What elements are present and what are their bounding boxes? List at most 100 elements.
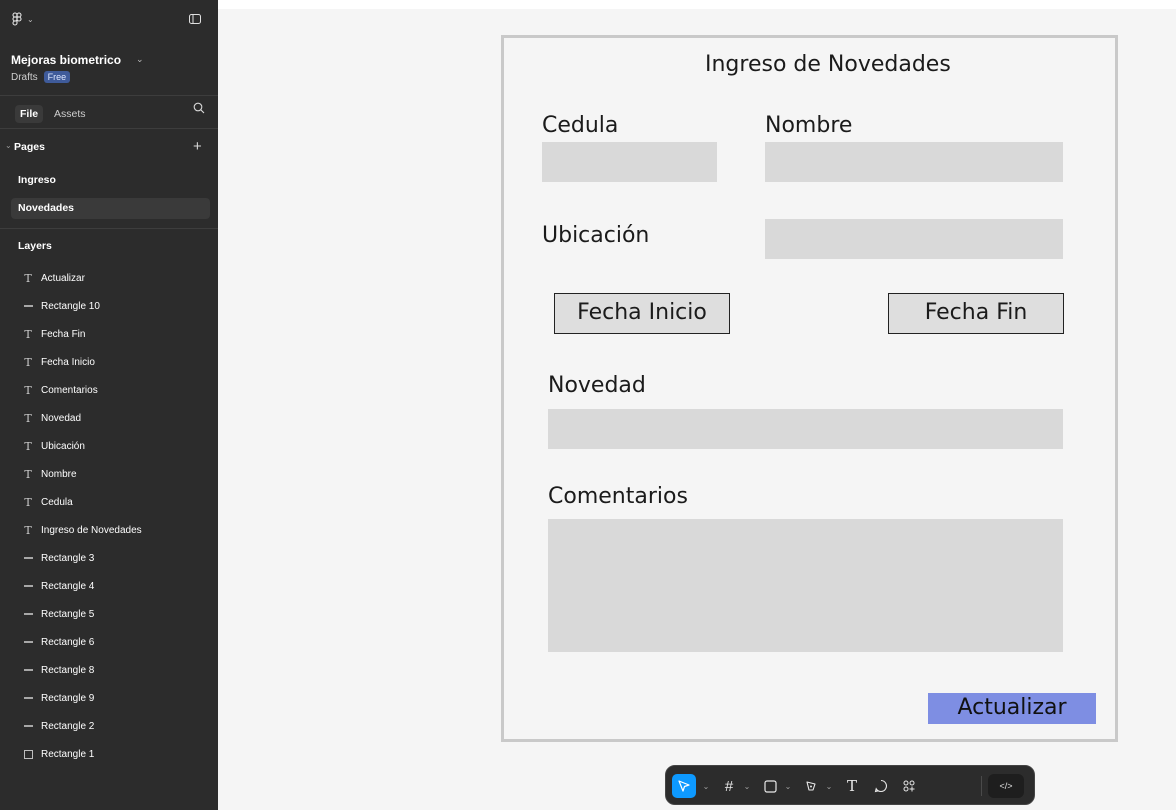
comentarios-field[interactable] — [548, 519, 1063, 652]
layer-item[interactable]: Rectangle 8 — [0, 659, 218, 681]
line-icon — [21, 300, 35, 312]
line-icon — [21, 580, 35, 592]
layer-item[interactable]: T Nombre — [0, 463, 218, 485]
layer-label: Comentarios — [41, 384, 98, 396]
ubicacion-field[interactable] — [765, 219, 1063, 259]
pen-icon — [806, 781, 816, 791]
fecha-inicio-button[interactable]: Fecha Inicio — [554, 293, 730, 334]
frame-novedades[interactable]: Ingreso de Novedades Cedula Nombre Ubica… — [501, 35, 1118, 742]
text-icon: T — [24, 327, 32, 341]
cedula-label[interactable]: Cedula — [542, 113, 618, 138]
layer-label: Rectangle 4 — [41, 580, 95, 592]
layer-item[interactable]: T Actualizar — [0, 267, 218, 289]
rectangle-tool-button[interactable] — [759, 774, 781, 798]
layer-label: Rectangle 1 — [41, 748, 95, 760]
nombre-field[interactable] — [765, 142, 1063, 182]
text-icon: T — [24, 271, 32, 285]
search-icon[interactable] — [193, 102, 205, 117]
layer-item[interactable]: Rectangle 4 — [0, 575, 218, 597]
layer-item[interactable]: T Fecha Inicio — [0, 351, 218, 373]
chevron-down-icon[interactable]: ⌄ — [702, 774, 710, 798]
cursor-icon — [678, 780, 690, 792]
layer-item[interactable]: Rectangle 10 — [0, 295, 218, 317]
comentarios-label[interactable]: Comentarios — [548, 484, 688, 509]
line-icon — [21, 552, 35, 564]
plan-badge: Free — [43, 71, 71, 83]
ubicacion-label[interactable]: Ubicación — [542, 223, 649, 248]
layer-label: Fecha Fin — [41, 328, 86, 340]
layer-label: Rectangle 10 — [41, 300, 100, 312]
pages-title: Pages — [14, 141, 45, 153]
layer-item[interactable]: T Comentarios — [0, 379, 218, 401]
text-icon: T — [24, 355, 32, 369]
chevron-down-icon[interactable]: ⌄ — [784, 774, 792, 798]
layer-item[interactable]: Rectangle 9 — [0, 687, 218, 709]
layer-item[interactable]: T Ubicación — [0, 435, 218, 457]
layers-title: Layers — [18, 240, 52, 252]
comment-tool-button[interactable] — [870, 774, 892, 798]
page-item-ingreso[interactable]: Ingreso — [11, 170, 210, 191]
sidebar-toggle-icon — [189, 14, 201, 24]
page-item-novedades[interactable]: Novedades — [11, 198, 210, 219]
layer-item[interactable]: Rectangle 6 — [0, 631, 218, 653]
main-menu-button[interactable]: ⌄ — [10, 12, 34, 26]
frame-title-text[interactable]: Ingreso de Novedades — [705, 52, 951, 77]
layer-label: Ingreso de Novedades — [41, 524, 142, 536]
line-icon — [21, 720, 35, 732]
drafts-label[interactable]: Drafts — [11, 72, 38, 83]
pages-section-header[interactable]: ⌄ Pages + — [0, 139, 218, 158]
layer-item[interactable]: Rectangle 3 — [0, 547, 218, 569]
toolbar-separator — [981, 776, 982, 796]
add-page-icon[interactable]: + — [193, 139, 202, 154]
project-location: Drafts Free — [11, 71, 71, 83]
layer-label: Ubicación — [41, 440, 85, 452]
chevron-down-icon[interactable]: ⌄ — [743, 774, 751, 798]
tab-assets[interactable]: Assets — [49, 105, 91, 123]
novedad-label[interactable]: Novedad — [548, 373, 646, 398]
novedad-field[interactable] — [548, 409, 1063, 449]
text-tool-button[interactable]: T — [841, 774, 863, 798]
nombre-label[interactable]: Nombre — [765, 113, 852, 138]
actions-tool-button[interactable] — [898, 774, 920, 798]
text-icon: T — [24, 439, 32, 453]
layer-label: Novedad — [41, 412, 82, 424]
text-icon: T — [24, 383, 32, 397]
layer-label: Rectangle 6 — [41, 636, 95, 648]
chevron-down-icon: ⌄ — [27, 14, 34, 24]
layer-item[interactable]: Rectangle 5 — [0, 603, 218, 625]
tab-file[interactable]: File — [15, 105, 44, 123]
layer-item[interactable]: T Novedad — [0, 407, 218, 429]
rectangle-icon — [21, 748, 35, 760]
layer-item[interactable]: Rectangle 1 — [0, 743, 218, 765]
project-header: ⌄ Mejoras biometrico ⌄ Drafts Free — [0, 0, 218, 96]
bottom-toolbar: ⌄ # ⌄ ⌄ ⌄ T </> — [665, 765, 1035, 805]
frame-tool-button[interactable]: # — [718, 774, 740, 798]
actions-icon — [903, 780, 915, 792]
chevron-down-icon[interactable]: ⌄ — [825, 774, 833, 798]
cedula-field[interactable] — [542, 142, 717, 182]
layer-item[interactable]: Rectangle 2 — [0, 715, 218, 737]
layer-item[interactable]: T Fecha Fin — [0, 323, 218, 345]
text-icon: T — [24, 495, 32, 509]
code-icon: </> — [999, 781, 1013, 791]
toggle-sidebar-button[interactable] — [189, 14, 201, 27]
sidebar-tabs: File Assets — [0, 97, 218, 129]
layer-label: Rectangle 9 — [41, 692, 95, 704]
layer-item[interactable]: T Ingreso de Novedades — [0, 519, 218, 541]
chevron-down-icon[interactable]: ⌄ — [136, 54, 144, 65]
pen-tool-button[interactable] — [800, 774, 822, 798]
layer-label: Nombre — [41, 468, 77, 480]
figma-logo-icon — [12, 12, 22, 26]
layer-label: Rectangle 3 — [41, 552, 95, 564]
move-tool-button[interactable] — [672, 774, 696, 798]
layer-label: Rectangle 8 — [41, 664, 95, 676]
layer-item[interactable]: T Cedula — [0, 491, 218, 513]
fecha-fin-button[interactable]: Fecha Fin — [888, 293, 1064, 334]
chevron-down-icon[interactable]: ⌄ — [5, 141, 12, 150]
left-sidebar: ⌄ Mejoras biometrico ⌄ Drafts Free File … — [0, 0, 218, 810]
dev-mode-toggle[interactable]: </> — [988, 774, 1024, 798]
actualizar-button[interactable]: Actualizar — [928, 693, 1096, 724]
project-title[interactable]: Mejoras biometrico — [11, 53, 121, 67]
layer-label: Cedula — [41, 496, 73, 508]
line-icon — [21, 664, 35, 676]
